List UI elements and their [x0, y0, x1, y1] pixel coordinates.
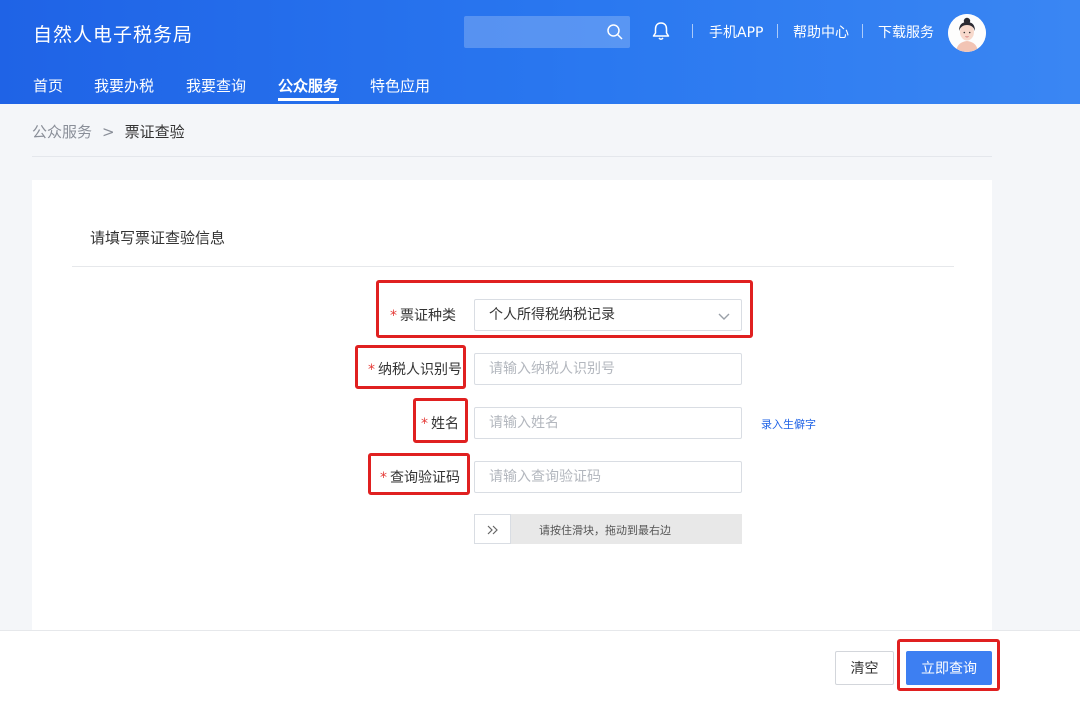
- top-header: 自然人电子税务局 手机APP 帮助中心 下载服务 首页 我要办税 我要查询 公众…: [0, 0, 1080, 104]
- search-box[interactable]: [464, 16, 630, 48]
- breadcrumb-current: 票证查验: [124, 123, 185, 141]
- taxpayer-id-input[interactable]: [474, 353, 742, 385]
- nav-featured-apps[interactable]: 特色应用: [370, 75, 430, 96]
- nav-public-service[interactable]: 公众服务: [278, 75, 338, 96]
- verify-form-card: 请填写票证查验信息 *票证种类 个人所得税纳税记录 *纳税人识别号 *姓名 录入…: [32, 180, 992, 640]
- slider-instruction: 请按住滑块，拖动到最右边: [539, 524, 671, 537]
- slider-handle[interactable]: [474, 514, 511, 544]
- app-title: 自然人电子税务局: [33, 24, 194, 46]
- help-center-link[interactable]: 帮助中心: [793, 22, 849, 42]
- avatar-icon: [948, 14, 986, 52]
- highlight-box-taxpayer-id: [355, 345, 466, 389]
- rare-char-link[interactable]: 录入生僻字: [761, 416, 816, 432]
- header-divider: [692, 24, 693, 38]
- avatar[interactable]: [948, 14, 986, 52]
- mobile-app-link[interactable]: 手机APP: [709, 22, 763, 42]
- divider: [32, 156, 992, 157]
- clear-button[interactable]: 清空: [835, 651, 894, 685]
- highlight-box-name: [413, 398, 468, 443]
- divider: [72, 266, 954, 267]
- active-tab-indicator: [278, 98, 339, 101]
- form-title: 请填写票证查验信息: [90, 229, 226, 247]
- slider-captcha[interactable]: 请按住滑块，拖动到最右边: [474, 514, 742, 544]
- double-chevron-right-icon: [487, 525, 498, 535]
- nav-home[interactable]: 首页: [33, 75, 63, 96]
- nav-query[interactable]: 我要查询: [186, 75, 246, 96]
- highlight-box-query: [897, 639, 1000, 691]
- header-divider: [862, 24, 863, 38]
- breadcrumb: 公众服务 > 票证查验: [32, 121, 185, 142]
- highlight-box-ticket-type: [376, 280, 753, 338]
- header-divider: [777, 24, 778, 38]
- nav-handle-tax[interactable]: 我要办税: [94, 75, 154, 96]
- download-service-link[interactable]: 下载服务: [878, 22, 934, 42]
- bell-icon[interactable]: [650, 20, 672, 42]
- breadcrumb-parent[interactable]: 公众服务: [32, 123, 92, 141]
- breadcrumb-separator: >: [102, 123, 115, 141]
- verify-code-input[interactable]: [474, 461, 742, 493]
- name-input[interactable]: [474, 407, 742, 439]
- highlight-box-verify-code: [368, 453, 470, 495]
- search-icon[interactable]: [606, 23, 624, 41]
